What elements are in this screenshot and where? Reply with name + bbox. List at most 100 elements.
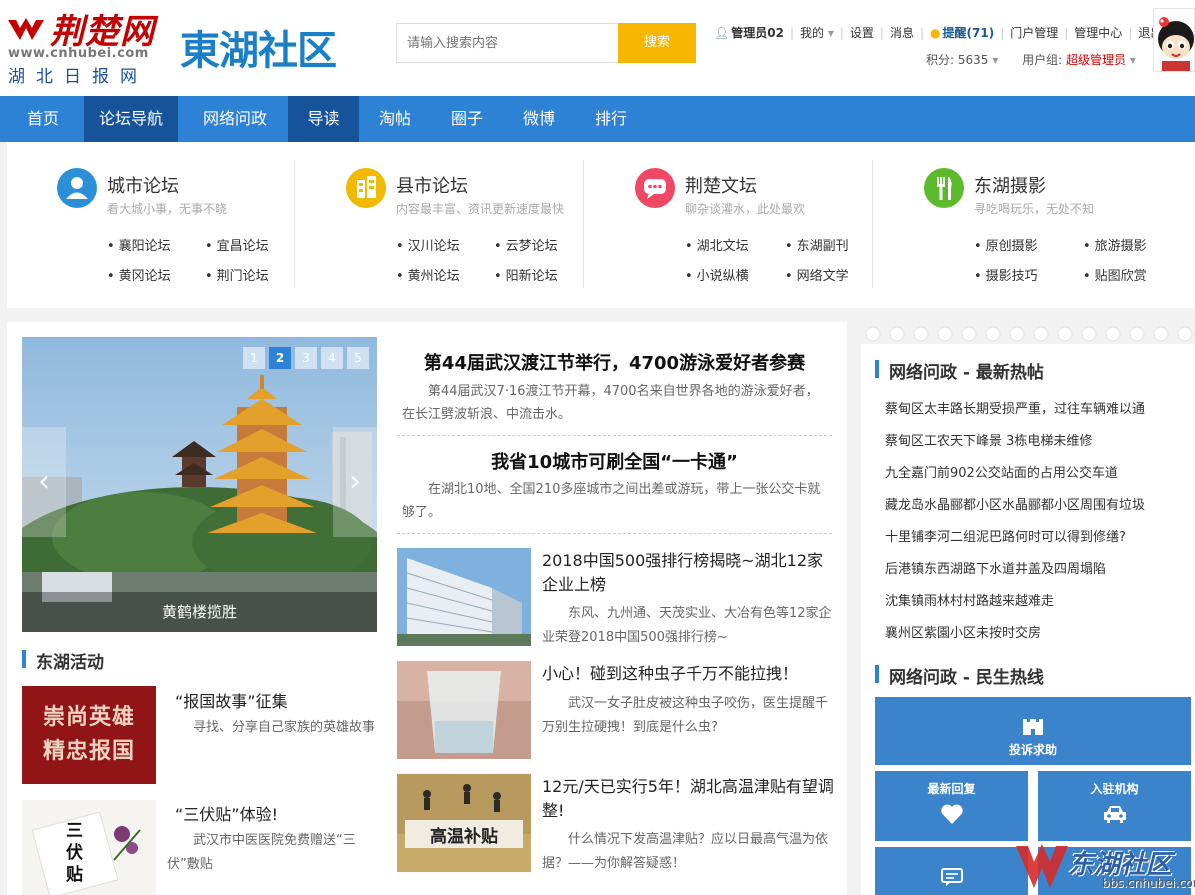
headline-title[interactable]: 我省10城市可刷全国“一卡通” [397, 448, 832, 474]
headline-title[interactable]: 第44届武汉渡江节举行，4700游泳爱好者参赛 [397, 349, 832, 375]
forum-link[interactable]: 小说纵横 [685, 265, 749, 284]
slider-page-button[interactable]: 5 [347, 347, 369, 369]
forum-card-county: 县市论坛 内容最丰富、资讯更新速度最快 汉川论坛 云梦论坛 黄州论坛 阳新论坛 [296, 160, 584, 288]
forum-link[interactable]: 阳新论坛 [494, 265, 558, 284]
forum-link[interactable]: 荆门论坛 [205, 265, 269, 284]
my-menu[interactable]: 我的 ▾ [800, 24, 834, 41]
forum-link[interactable]: 黄冈论坛 [107, 265, 171, 284]
portal-admin-link[interactable]: 门户管理 [1010, 24, 1058, 41]
message-tile[interactable] [875, 847, 1028, 895]
heart-icon [940, 804, 963, 824]
messages-link[interactable]: 消息 [890, 24, 914, 41]
forum-link[interactable]: 旅游摄影 [1083, 235, 1147, 254]
headline-desc: 第44届武汉7·16渡江节开幕，4700名来自世界各地的游泳爱好者，在长江劈波斩… [402, 384, 819, 422]
caret-down-icon: ▾ [992, 53, 999, 67]
cnhubei-logo[interactable]: 荆楚网 www.cnhubei.com 湖北日报网 [6, 6, 171, 87]
news-image[interactable] [397, 548, 531, 646]
avatar[interactable] [1153, 8, 1195, 72]
group-value[interactable]: 超级管理员 [1066, 53, 1126, 67]
activity-image-text: 崇尚英雄 精忠报国 [42, 704, 135, 764]
complaint-help-tile[interactable]: 投诉求助 [875, 697, 1191, 765]
forum-link[interactable]: 云梦论坛 [494, 235, 558, 254]
user-icon: 👤︎ [714, 26, 730, 40]
nav-circles[interactable]: 圈子 [438, 96, 496, 142]
hot-post-link[interactable]: 蔡甸区工农天下峰景 3栋电梯未维修 [885, 430, 1185, 449]
community-logo[interactable]: 東湖社区 [180, 18, 337, 76]
points-link[interactable]: 积分: 5635 [926, 53, 988, 67]
nav-guide-read[interactable]: 导读 [288, 96, 359, 142]
slider-page-button[interactable]: 2 [269, 347, 291, 369]
activities-heading: 东湖活动 [22, 648, 104, 673]
hot-post-link[interactable]: 蔡甸区太丰路长期受损严重，过往车辆难以通 [885, 398, 1185, 417]
forum-title[interactable]: 东湖摄影 [974, 172, 1046, 198]
forum-link[interactable]: 宜昌论坛 [205, 235, 269, 254]
message-icon [940, 868, 963, 886]
settings-link[interactable]: 设置 [850, 24, 874, 41]
news-image[interactable] [397, 661, 531, 759]
resident-orgs-tile[interactable]: 入驻机构 [1038, 771, 1191, 841]
forum-link[interactable]: 黄州论坛 [396, 265, 460, 284]
slider-page-button[interactable]: 3 [295, 347, 317, 369]
hot-post-link[interactable]: 九全嘉门前902公交站面的占用公交车道 [885, 462, 1185, 481]
hot-post-link[interactable]: 后港镇东西湖路下水道井盖及四周塌陷 [885, 558, 1185, 577]
image-slider[interactable]: ‹ › 12345 黄鹤楼揽胜 [22, 337, 377, 632]
slider-prev-button[interactable]: ‹ [22, 427, 66, 537]
news-title[interactable]: 2018中国500强排行榜揭晓~湖北12家企业上榜 [542, 549, 834, 597]
slider-caption[interactable]: 黄鹤楼揽胜 [22, 592, 377, 632]
forum-link[interactable]: 东湖副刊 [785, 235, 849, 254]
main-nav: 首页 论坛导航 网络问政 导读 淘帖 圈子 微博 排行 [0, 96, 1195, 142]
forum-link[interactable]: 摄影技巧 [974, 265, 1038, 284]
news-image-text: 高温补贴 [430, 827, 498, 847]
car-icon [1103, 806, 1126, 823]
forum-subtitle: 看大城小事，无事不晓 [107, 202, 228, 216]
slider-next-button[interactable]: › [333, 427, 377, 537]
activity-image[interactable]: 三伏贴 [22, 800, 156, 895]
site-header: 荆楚网 www.cnhubei.com 湖北日报网 東湖社区 搜索 👤︎管理员0… [0, 0, 1195, 96]
forum-link[interactable]: 湖北文坛 [685, 235, 749, 254]
news-image[interactable]: 高温补贴 [397, 774, 531, 872]
search-button[interactable]: 搜索 [618, 23, 696, 63]
forum-link[interactable]: 网络文学 [785, 265, 849, 284]
admin-center-link[interactable]: 管理中心 [1074, 24, 1122, 41]
cutlery-icon [924, 168, 964, 208]
activity-title[interactable]: “报国故事”征集 [175, 688, 288, 712]
forum-link[interactable]: 襄阳论坛 [107, 235, 171, 254]
slider-page-button[interactable]: 1 [243, 347, 265, 369]
news-title[interactable]: 12元/天已实行5年！湖北高温津贴有望调整! [542, 775, 834, 823]
forum-title[interactable]: 城市论坛 [107, 172, 179, 198]
activity-desc: 寻找、分享自己家族的英雄故事 [193, 720, 376, 735]
forum-link[interactable]: 贴图欣赏 [1083, 265, 1147, 284]
nav-home[interactable]: 首页 [7, 96, 79, 142]
watermark-url: bbs.cnhubei.com [1102, 876, 1195, 890]
nav-ranking[interactable]: 排行 [582, 96, 640, 142]
nav-taotie[interactable]: 淘帖 [366, 96, 424, 142]
hot-post-link[interactable]: 沈集镇雨林村村路越来越难走 [885, 590, 1185, 609]
forum-title[interactable]: 荆楚文坛 [685, 172, 757, 198]
forum-title[interactable]: 县市论坛 [396, 172, 468, 198]
forum-link[interactable]: 汉川论坛 [396, 235, 460, 254]
nav-forum-guide[interactable]: 论坛导航 [84, 96, 178, 142]
user-stats: 积分: 5635 ▾ 用户组: 超级管理员 ▾ [926, 51, 1136, 68]
username-link[interactable]: 管理员02 [731, 24, 784, 41]
latest-reply-tile[interactable]: 最新回复 [875, 771, 1028, 841]
forum-card-literature: 荆楚文坛 聊杂谈灌水，此处最欢 湖北文坛 东湖副刊 小说纵横 网络文学 [585, 160, 873, 288]
hot-post-link[interactable]: 襄州区紫園小区未按时交房 [885, 622, 1185, 641]
forum-link[interactable]: 原创摄影 [974, 235, 1038, 254]
hot-posts-heading: 网络问政 - 最新热帖 [875, 358, 1044, 383]
news-title[interactable]: 小心！碰到这种虫子千万不能拉拽！ [542, 662, 834, 686]
remind-link[interactable]: 提醒(71) [943, 24, 995, 41]
hot-post-link[interactable]: 十里铺李河二组泥巴路何时可以得到修缮? [885, 526, 1185, 545]
news-desc: 什么情况下发高温津贴？应以日最高气温为依据？——为你解答疑惑！ [542, 832, 829, 871]
forum-card-photography: 东湖摄影 寻吃喝玩乐，无处不知 原创摄影 旅游摄影 摄影技巧 贴图欣赏 [874, 160, 1162, 288]
slider-page-button[interactable]: 4 [321, 347, 343, 369]
nav-network-politics[interactable]: 网络问政 [190, 96, 280, 142]
nav-weibo[interactable]: 微博 [510, 96, 568, 142]
forum-categories: 城市论坛 看大城小事，无事不晓 襄阳论坛 宜昌论坛 黄冈论坛 荆门论坛 县市论坛… [7, 142, 1195, 308]
hot-post-link[interactable]: 藏龙岛水晶郦都小区水晶郦都小区周围有垃圾 [885, 494, 1185, 513]
activity-image[interactable]: 崇尚英雄 精忠报国 [22, 686, 156, 784]
search-input[interactable] [397, 24, 619, 62]
activity-title[interactable]: “三伏贴”体验! [175, 801, 278, 825]
divider [583, 160, 584, 288]
activity-desc: 武汉市中医医院免费赠送“三伏”敷贴 [167, 833, 356, 872]
brand-name: 湖北日报网 [8, 67, 148, 87]
